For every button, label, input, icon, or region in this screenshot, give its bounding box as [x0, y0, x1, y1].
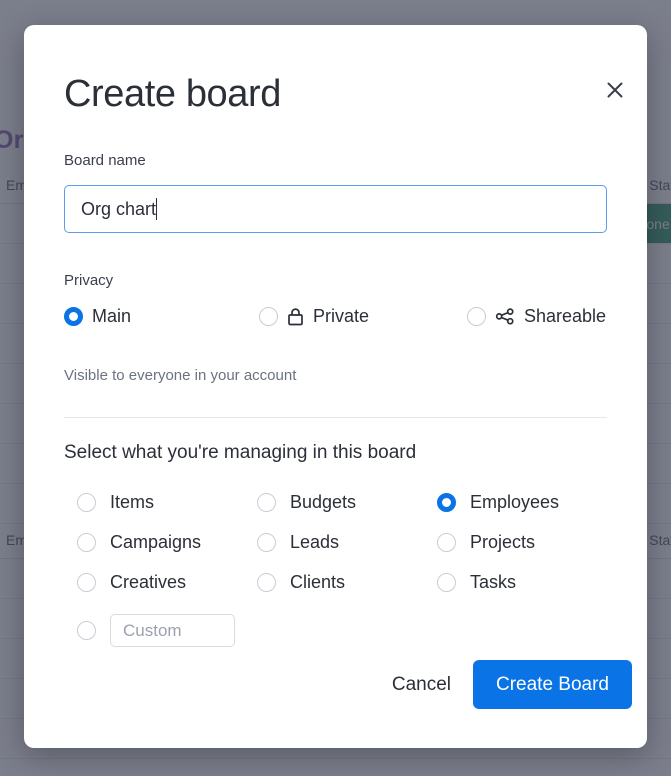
radio-campaigns[interactable]: [77, 532, 96, 552]
privacy-option-private[interactable]: Private: [259, 303, 369, 329]
privacy-option-label: Private: [313, 305, 370, 326]
radio-tasks[interactable]: [437, 572, 456, 592]
manage-option-label: Campaigns: [110, 531, 202, 552]
section-divider: [64, 417, 607, 418]
radio-custom[interactable]: [77, 621, 96, 640]
radio-leads[interactable]: [257, 532, 276, 552]
manage-option-creatives[interactable]: Creatives: [77, 571, 186, 593]
radio-shareable[interactable]: [467, 306, 486, 326]
radio-private[interactable]: [259, 306, 278, 326]
manage-option-label: Leads: [290, 531, 340, 552]
board-name-label: Board name: [64, 152, 146, 169]
manage-option-label: Creatives: [110, 571, 187, 592]
share-nodes-icon: [495, 307, 514, 325]
privacy-option-label: Main: [92, 305, 132, 326]
manage-option-label: Tasks: [470, 571, 517, 592]
manage-option-leads[interactable]: Leads: [257, 531, 339, 553]
manage-option-label: Clients: [290, 571, 346, 592]
lock-icon: [288, 307, 303, 325]
manage-option-budgets[interactable]: Budgets: [257, 491, 356, 513]
privacy-option-main[interactable]: Main: [64, 303, 131, 329]
manage-option-tasks[interactable]: Tasks: [437, 571, 516, 593]
radio-budgets[interactable]: [257, 492, 276, 512]
privacy-label: Privacy: [64, 272, 114, 289]
radio-items[interactable]: [77, 492, 96, 512]
radio-projects[interactable]: [437, 532, 456, 552]
radio-clients[interactable]: [257, 572, 276, 592]
text-cursor: [156, 198, 158, 220]
privacy-option-shareable[interactable]: Shareable: [467, 303, 606, 329]
manage-option-label: Projects: [470, 531, 536, 552]
close-button[interactable]: [598, 73, 632, 107]
manage-option-campaigns[interactable]: Campaigns: [77, 531, 201, 553]
cancel-button[interactable]: Cancel: [386, 660, 457, 710]
manage-option-label: Employees: [470, 491, 560, 512]
radio-main[interactable]: [64, 306, 83, 326]
manage-option-items[interactable]: Items: [77, 491, 154, 513]
close-icon: [607, 82, 623, 98]
create-board-button[interactable]: Create Board: [473, 660, 632, 709]
manage-option-clients[interactable]: Clients: [257, 571, 345, 593]
board-name-input[interactable]: [64, 185, 607, 233]
manage-section-title: Select what you're managing in this boar…: [64, 442, 417, 463]
manage-option-employees[interactable]: Employees: [437, 491, 559, 513]
custom-option-input[interactable]: [110, 614, 235, 647]
privacy-options: Main Private Shareable: [64, 303, 607, 329]
dialog-footer: Cancel Create Board: [64, 660, 632, 710]
manage-option-custom[interactable]: [77, 614, 235, 647]
privacy-hint: Visible to everyone in your account: [64, 367, 297, 384]
radio-employees[interactable]: [437, 492, 456, 512]
manage-option-label: Items: [110, 491, 155, 512]
privacy-option-label: Shareable: [524, 305, 607, 326]
manage-option-label: Budgets: [290, 491, 357, 512]
page-title: Create board: [64, 73, 282, 115]
create-board-dialog: Create board Board name Privacy Main Pri…: [24, 25, 647, 748]
manage-option-projects[interactable]: Projects: [437, 531, 535, 553]
app-root: Org app Employee Status Done Employee St…: [0, 0, 671, 776]
radio-creatives[interactable]: [77, 572, 96, 592]
